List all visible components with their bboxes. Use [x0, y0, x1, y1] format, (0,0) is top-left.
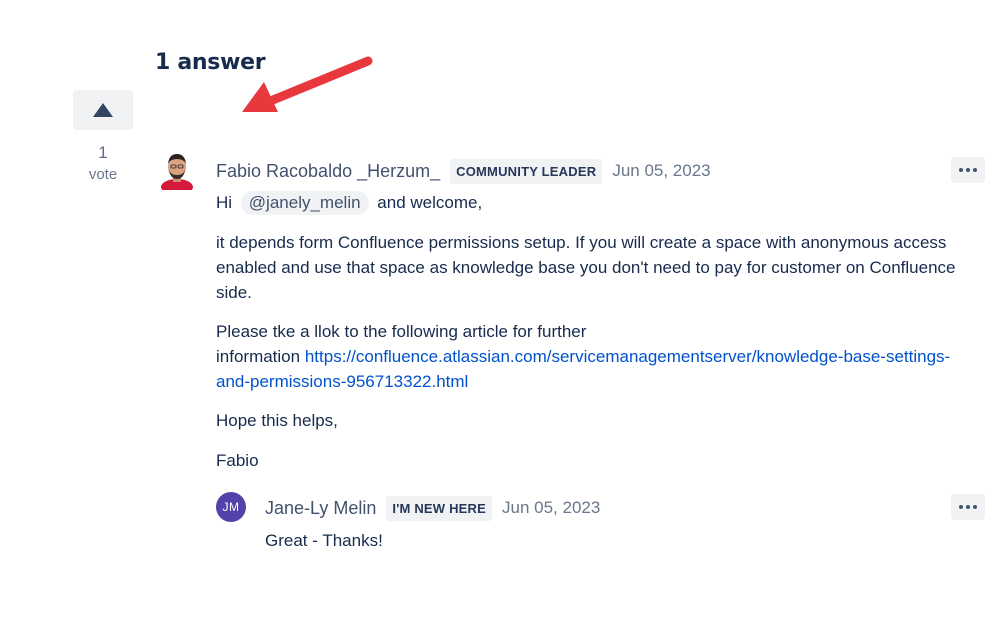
- answer-more-button[interactable]: [951, 157, 985, 183]
- community-leader-badge: COMMUNITY LEADER: [450, 158, 603, 184]
- ellipsis-icon: [959, 505, 977, 509]
- closing-line: Hope this helps,: [216, 411, 338, 430]
- vote-count: 1: [98, 143, 108, 162]
- triangle-up-icon: [93, 103, 113, 117]
- article-reference: Please tke a llok to the following artic…: [216, 322, 951, 391]
- author-avatar[interactable]: [160, 150, 194, 190]
- author-name[interactable]: Fabio Racobaldo _Herzum_: [216, 161, 440, 182]
- reply-avatar[interactable]: JM: [216, 492, 246, 522]
- reply-date[interactable]: Jun 05, 2023: [502, 498, 600, 518]
- user-mention[interactable]: @janely_melin: [240, 191, 369, 215]
- reply-meta: Jane-Ly Melin I'M NEW HERE Jun 05, 2023: [265, 494, 600, 522]
- new-here-badge: I'M NEW HERE: [386, 495, 492, 521]
- ellipsis-icon: [959, 168, 977, 172]
- signature: Fabio: [216, 451, 259, 470]
- answer-meta: Fabio Racobaldo _Herzum_ COMMUNITY LEADE…: [216, 157, 711, 185]
- article-link[interactable]: https://confluence.atlassian.com/service…: [216, 347, 950, 391]
- red-arrow-icon: [242, 56, 373, 112]
- vote-label: vote: [88, 166, 118, 183]
- greeting-line: Hi @janely_melin and welcome,: [216, 190, 976, 215]
- answer-date[interactable]: Jun 05, 2023: [612, 161, 710, 181]
- reply-author-name[interactable]: Jane-Ly Melin: [265, 498, 376, 519]
- upvote-button[interactable]: [73, 90, 133, 130]
- reply-text: Great - Thanks!: [265, 531, 383, 550]
- answer-paragraph: it depends form Confluence permissions s…: [216, 233, 956, 302]
- reply-more-button[interactable]: [951, 494, 985, 520]
